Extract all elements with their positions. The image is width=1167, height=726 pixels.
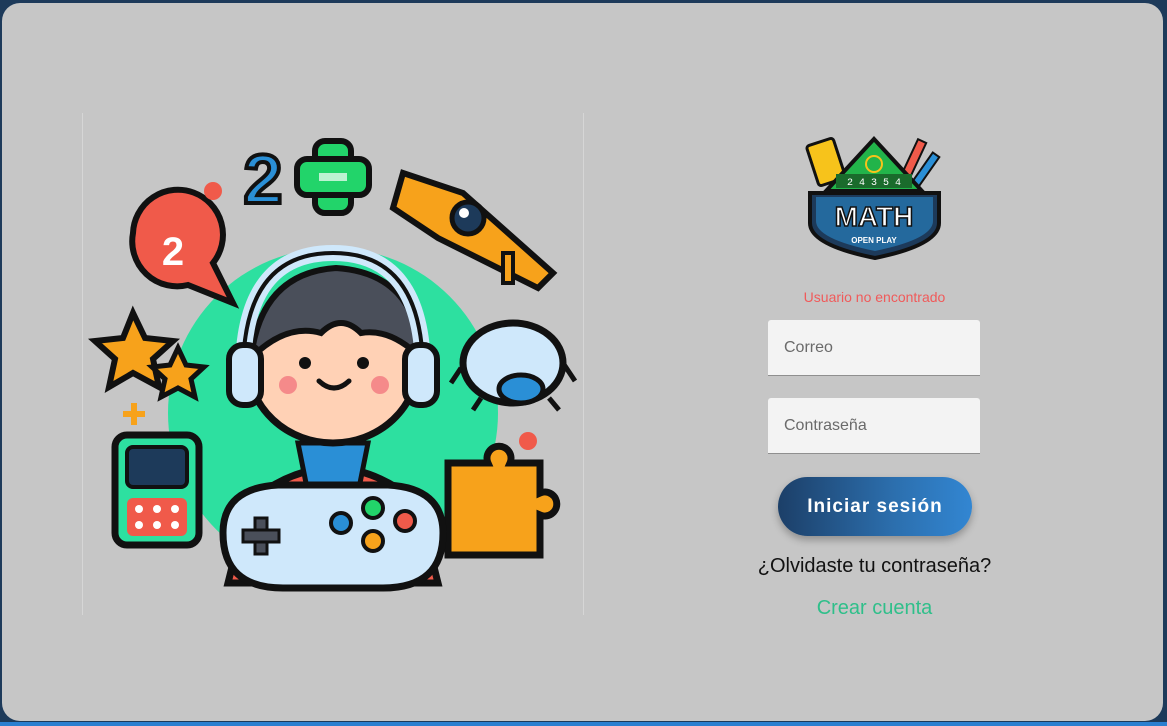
plus-icon (294, 138, 372, 216)
bubble-number: 2 (162, 230, 184, 274)
game-controller-icon (219, 481, 447, 592)
password-field[interactable] (768, 398, 980, 453)
small-plus-icon (123, 403, 145, 425)
login-error-message: Usuario no encontrado (803, 289, 946, 305)
app-window: 2 2 2 4 3 5 4 MATH OPEN PLAY Usuario no … (2, 3, 1163, 721)
email-field[interactable] (768, 320, 980, 375)
password-field-container (768, 398, 980, 454)
red-dot (519, 432, 537, 450)
logo-graphic: 2 4 3 5 4 MATH OPEN PLAY (805, 136, 941, 261)
login-button[interactable]: Iniciar sesión (778, 477, 972, 536)
logo-subtitle: OPEN PLAY (851, 236, 897, 245)
illustration-panel: 2 2 (82, 113, 584, 615)
email-field-container (768, 320, 980, 376)
red-dot (204, 182, 222, 200)
logo-title: MATH (835, 201, 914, 232)
big-number-two: 2 (244, 140, 283, 218)
create-account-link[interactable]: Crear cuenta (722, 597, 1027, 620)
number-bubble-icon: 2 (129, 186, 240, 309)
math-open-play-logo: 2 4 3 5 4 MATH OPEN PLAY (802, 131, 947, 261)
calculator-icon (111, 431, 203, 549)
board-numbers: 2 4 3 5 4 (847, 178, 901, 189)
forgot-password-link[interactable]: ¿Olvidaste tu contraseña? (722, 555, 1027, 578)
window-bottom-border (0, 722, 1167, 726)
gamer-kid-illustration: 2 2 (87, 138, 578, 592)
puzzle-piece-icon (444, 442, 561, 559)
telescope-icon (389, 169, 558, 292)
